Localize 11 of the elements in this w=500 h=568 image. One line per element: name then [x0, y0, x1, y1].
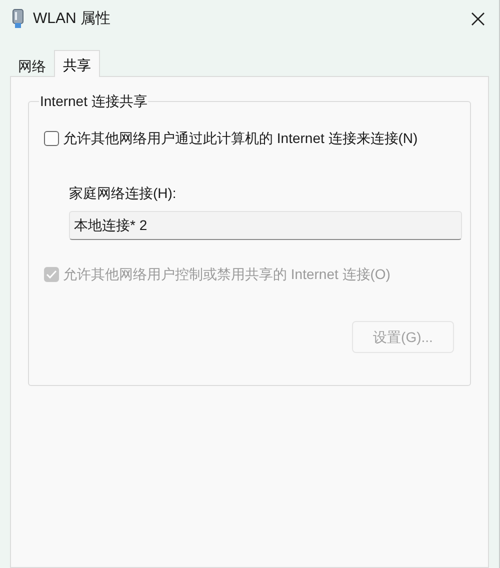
close-icon[interactable]: [471, 12, 485, 26]
input-field[interactable]: 本地连接* 2: [69, 211, 462, 240]
group-title: Internet 连接共享: [39, 93, 148, 109]
window-title: WLAN 属性: [33, 8, 111, 29]
checkbox-label: 允许其他网络用户控制或禁用共享的 Internet 连接(O): [63, 265, 390, 284]
tab[interactable]: 共享: [54, 50, 100, 77]
checkbox-label: 允许其他网络用户通过此计算机的 Internet 连接来连接(N): [63, 129, 418, 148]
network-adapter-icon: [12, 9, 24, 29]
tab[interactable]: 网络: [10, 52, 54, 76]
field-label: 家庭网络连接(H):: [69, 184, 178, 203]
checkbox[interactable]: [44, 131, 59, 146]
